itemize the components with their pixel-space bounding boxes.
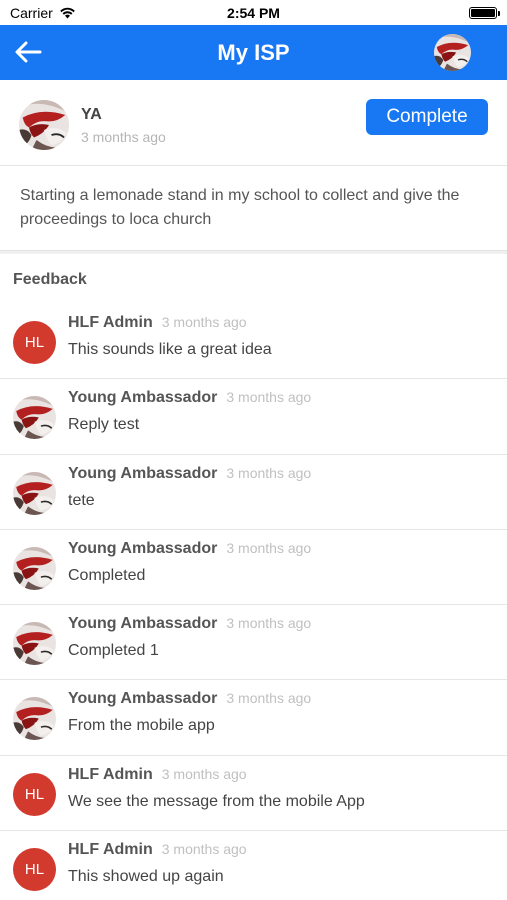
profile-photo [434,34,471,71]
battery-icon [469,7,500,19]
post-time: 3 months ago [81,129,166,145]
post-author-name: YA [81,106,102,123]
user-photo [13,472,56,515]
feedback-time: 3 months ago [161,314,247,330]
feedback-time: 3 months ago [226,389,312,406]
feedback-header: Young Ambassador 3 months ago [68,465,311,483]
status-bar: Carrier 2:54 PM [0,0,507,25]
post-header: YA 3 months ago Complete [0,80,507,166]
feedback-item: Young Ambassador 3 months ago Completed 1 [0,605,507,681]
back-arrow-icon[interactable] [14,40,42,64]
user-avatar [13,472,56,515]
feedback-header: Young Ambassador 3 months ago [68,540,311,558]
page-title: My ISP [217,39,290,65]
feedback-text: From the mobile app [68,717,215,735]
complete-button[interactable]: Complete [366,99,488,135]
feedback-item: Young Ambassador 3 months ago Completed [0,530,507,606]
feedback-header: Young Ambassador 3 months ago [68,690,311,708]
feedback-item: HL HLF Admin 3 months ago We see the messag… [0,756,507,832]
feedback-time: 3 months ago [226,690,312,707]
feedback-time: 3 months ago [226,615,312,632]
feedback-author: HLF Admin [68,314,153,331]
feedback-author: Young Ambassador [68,464,218,482]
feedback-author: Young Ambassador [68,389,218,407]
user-photo [13,547,56,590]
feedback-time: 3 months ago [161,765,247,782]
profile-avatar[interactable] [434,34,471,71]
feedback-time: 3 months ago [226,464,312,481]
feedback-header: HLF Admin 3 months ago [68,841,247,859]
user-photo [13,396,56,439]
user-avatar [13,396,56,439]
initials-avatar: HL [13,848,56,892]
feedback-item: Young Ambassador 3 months ago Reply test [0,379,507,455]
feedback-text: This showed up again [68,868,224,886]
user-photo [13,622,56,665]
user-photo [13,697,56,740]
feedback-author: HLF Admin [68,765,153,783]
feedback-list: HL HLF Admin 3 months ago This sounds like … [0,304,507,900]
user-avatar [13,547,56,590]
feedback-text: Reply test [68,416,140,434]
feedback-header: Young Ambassador 3 months ago [68,389,311,407]
feedback-title: Feedback [13,271,87,288]
feedback-item: Young Ambassador 3 months ago tete [0,455,507,530]
feedback-text: Completed 1 [68,642,159,660]
user-avatar [13,697,56,740]
feedback-author: Young Ambassador [68,690,218,708]
feedback-text: We see the message from the mobile App [68,792,365,810]
feedback-item: HL HLF Admin 3 months ago This showed up ag… [0,831,507,900]
status-time: 2:54 PM [227,5,280,21]
nav-bar: My ISP [0,25,507,80]
feedback-author: Young Ambassador [68,615,218,633]
initials-avatar: HL [13,321,56,364]
post-author-avatar [19,100,69,150]
feedback-header: Young Ambassador 3 months ago [68,615,311,633]
feedback-text: tete [68,491,95,509]
user-avatar [13,622,56,665]
post-body: Starting a lemonade stand in my school t… [20,187,460,228]
feedback-text: Completed [68,566,146,584]
feedback-author: Young Ambassador [68,539,218,557]
feedback-text: This sounds like a great idea [68,341,272,358]
feedback-item: Young Ambassador 3 months ago From the mob… [0,680,507,756]
feedback-header: HLF Admin 3 months ago [68,314,247,332]
feedback-time: 3 months ago [161,841,247,858]
initials-avatar: HL [13,772,56,816]
feedback-item: HL HLF Admin 3 months ago This sounds like … [0,304,507,380]
feedback-header: HLF Admin 3 months ago [68,766,247,784]
feedback-author: HLF Admin [68,841,153,859]
feedback-time: 3 months ago [226,539,312,556]
author-photo [19,100,69,150]
